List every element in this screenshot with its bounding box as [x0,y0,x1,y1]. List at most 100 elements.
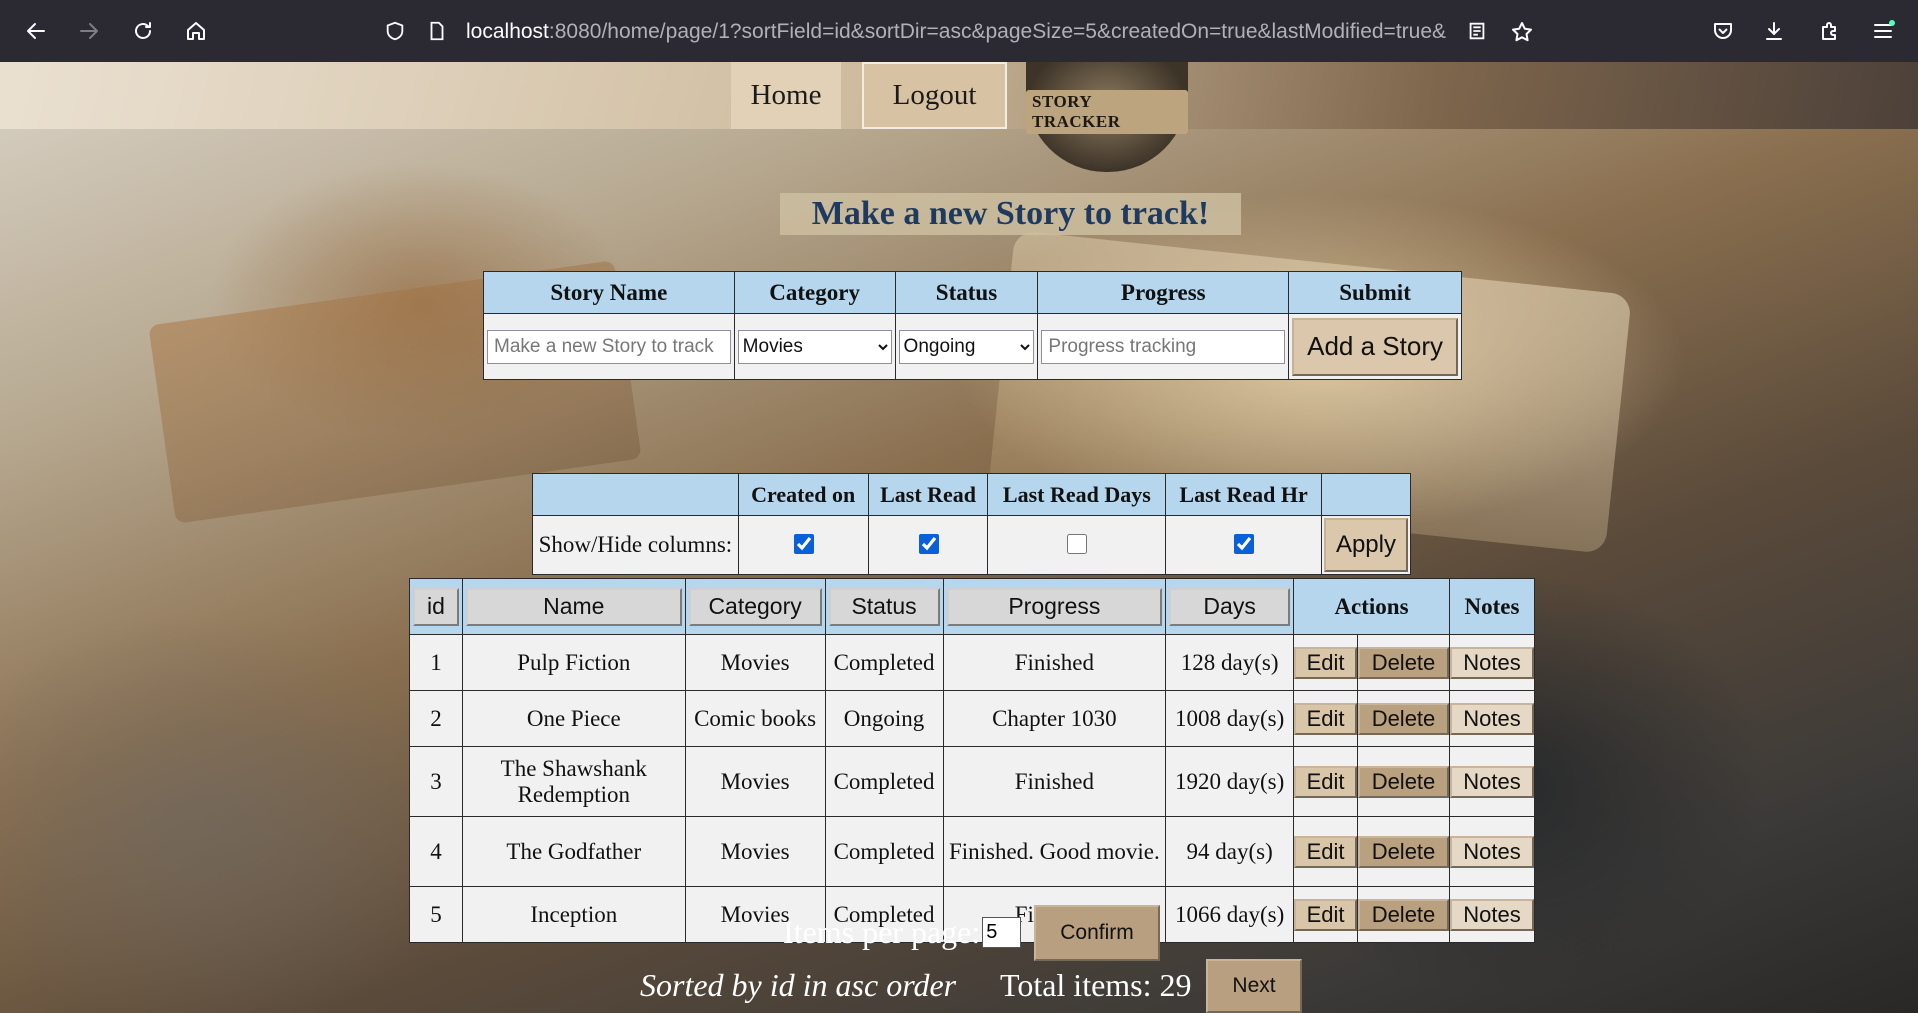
edit-cell: Edit [1293,690,1359,747]
sort-status-button[interactable]: Status [828,587,940,626]
edit-button[interactable]: Edit [1294,835,1358,868]
delete-button[interactable]: Delete [1358,646,1449,679]
arrow-right-icon [80,23,98,39]
progress-input[interactable] [1041,329,1286,364]
cell-name: Pulp Fiction [461,634,686,691]
logout-link[interactable]: Logout [862,62,1007,129]
back-button[interactable] [19,14,53,48]
items-per-page-input[interactable] [982,917,1022,948]
last-read-days-cell [987,515,1167,575]
cell-status: Ongoing [824,690,944,747]
cell-days: 1066 day(s) [1165,886,1295,943]
puzzle-icon [1822,22,1836,40]
cols-header-apply [1320,473,1412,516]
delete-button[interactable]: Delete [1358,898,1449,931]
sort-name-button[interactable]: Name [465,587,682,626]
notes-button[interactable]: Notes [1449,898,1534,931]
cell-status: Completed [824,816,944,887]
sort-id-button[interactable]: id [413,587,459,626]
sort-category-button[interactable]: Category [688,587,822,626]
reload-button[interactable] [126,14,160,48]
notes-cell: Notes [1448,634,1536,691]
cell-category: Movies [684,634,826,691]
cell-days: 1008 day(s) [1165,690,1295,747]
notes-cell: Notes [1448,746,1536,817]
col-name: Name [461,578,686,635]
edit-cell: Edit [1293,746,1359,817]
cell-category: Movies [684,746,826,817]
notes-button[interactable]: Notes [1449,646,1534,679]
status-select[interactable]: Ongoing [898,329,1035,364]
header-progress: Progress [1037,271,1290,314]
notes-button[interactable]: Notes [1449,835,1534,868]
story-name-input[interactable] [487,329,731,364]
stories-table-body: 1 Pulp Fiction Movies Completed Finished 128 … [409,634,1536,943]
sort-days-button[interactable]: Days [1169,587,1291,626]
new-story-form: Story Name Category Status Progress Subm… [483,271,1462,380]
edit-button[interactable]: Edit [1294,765,1358,798]
notes-cell: Notes [1448,690,1536,747]
notes-button[interactable]: Notes [1449,765,1534,798]
items-per-page-label: Items per page: [783,914,981,950]
url-path: :8080/home/page/1?sortField=id&sortDir=a… [548,20,1447,43]
col-actions: Actions [1293,578,1450,635]
delete-button[interactable]: Delete [1358,702,1449,735]
shield-icon [386,21,404,41]
cell-progress: Finished. Good movie. [942,816,1167,887]
page-icon [430,21,444,41]
reader-mode-icon[interactable] [1466,20,1488,42]
cell-name: Inception [461,886,686,943]
edit-button[interactable]: Edit [1294,646,1358,679]
hamburger-menu-icon [1874,20,1895,38]
page-content: Home Logout STORY TRACKER Make a new Sto… [0,62,1918,1013]
cell-name: One Piece [461,690,686,747]
edit-cell: Edit [1293,816,1359,887]
created-on-checkbox[interactable] [793,533,814,554]
last-read-days-checkbox[interactable] [1067,533,1088,554]
menu-button[interactable] [1866,14,1900,48]
url-bar[interactable]: localhost:8080/home/page/1?sortField=id&… [376,12,1536,50]
cell-days: 1920 day(s) [1165,746,1295,817]
arrow-left-icon [27,23,45,39]
last-read-hr-checkbox[interactable] [1234,533,1255,554]
download-icon [1766,22,1782,40]
last-read-hr-cell [1165,515,1322,575]
bookmark-star-icon[interactable] [1510,20,1534,44]
notes-button[interactable]: Notes [1449,702,1534,735]
total-items-text: Total items: 29 [1000,967,1192,1003]
cols-header-last-read-hr: Last Read Hr [1165,473,1322,516]
category-select[interactable]: Movies [737,329,892,364]
cell-category: Movies [684,816,826,887]
delete-button[interactable]: Delete [1358,835,1449,868]
extensions-button[interactable] [1813,14,1847,48]
table-row: 3 The Shawshank Redemption Movies Completed… [409,746,1536,817]
notes-cell: Notes [1448,816,1536,887]
home-browser-button[interactable] [179,14,213,48]
cell-id: 2 [409,690,463,747]
home-link[interactable]: Home [731,62,841,129]
url-host: localhost [466,20,549,43]
confirm-button[interactable]: Confirm [1034,905,1160,961]
cell-id: 3 [409,746,463,817]
next-page-button[interactable]: Next [1206,959,1302,1013]
apply-button[interactable]: Apply [1323,518,1408,572]
edit-cell: Edit [1293,886,1359,943]
notes-cell: Notes [1448,886,1536,943]
cell-name: The Shawshank Redemption [461,746,686,817]
last-read-checkbox[interactable] [918,533,939,554]
reload-icon [135,22,151,39]
cell-progress: Chapter 1030 [942,690,1167,747]
downloads-button[interactable] [1757,14,1791,48]
cell-category: Comic books [684,690,826,747]
edit-button[interactable]: Edit [1294,898,1358,931]
logo-text: STORY TRACKER [1026,90,1188,134]
delete-cell: Delete [1357,634,1450,691]
forward-button[interactable] [72,14,106,48]
delete-button[interactable]: Delete [1358,765,1449,798]
status-cell: Ongoing [894,313,1039,380]
edit-button[interactable]: Edit [1294,702,1358,735]
sort-progress-button[interactable]: Progress [946,587,1163,626]
add-story-button[interactable]: Add a Story [1292,317,1458,376]
pocket-button[interactable] [1706,14,1740,48]
delete-cell: Delete [1357,690,1450,747]
